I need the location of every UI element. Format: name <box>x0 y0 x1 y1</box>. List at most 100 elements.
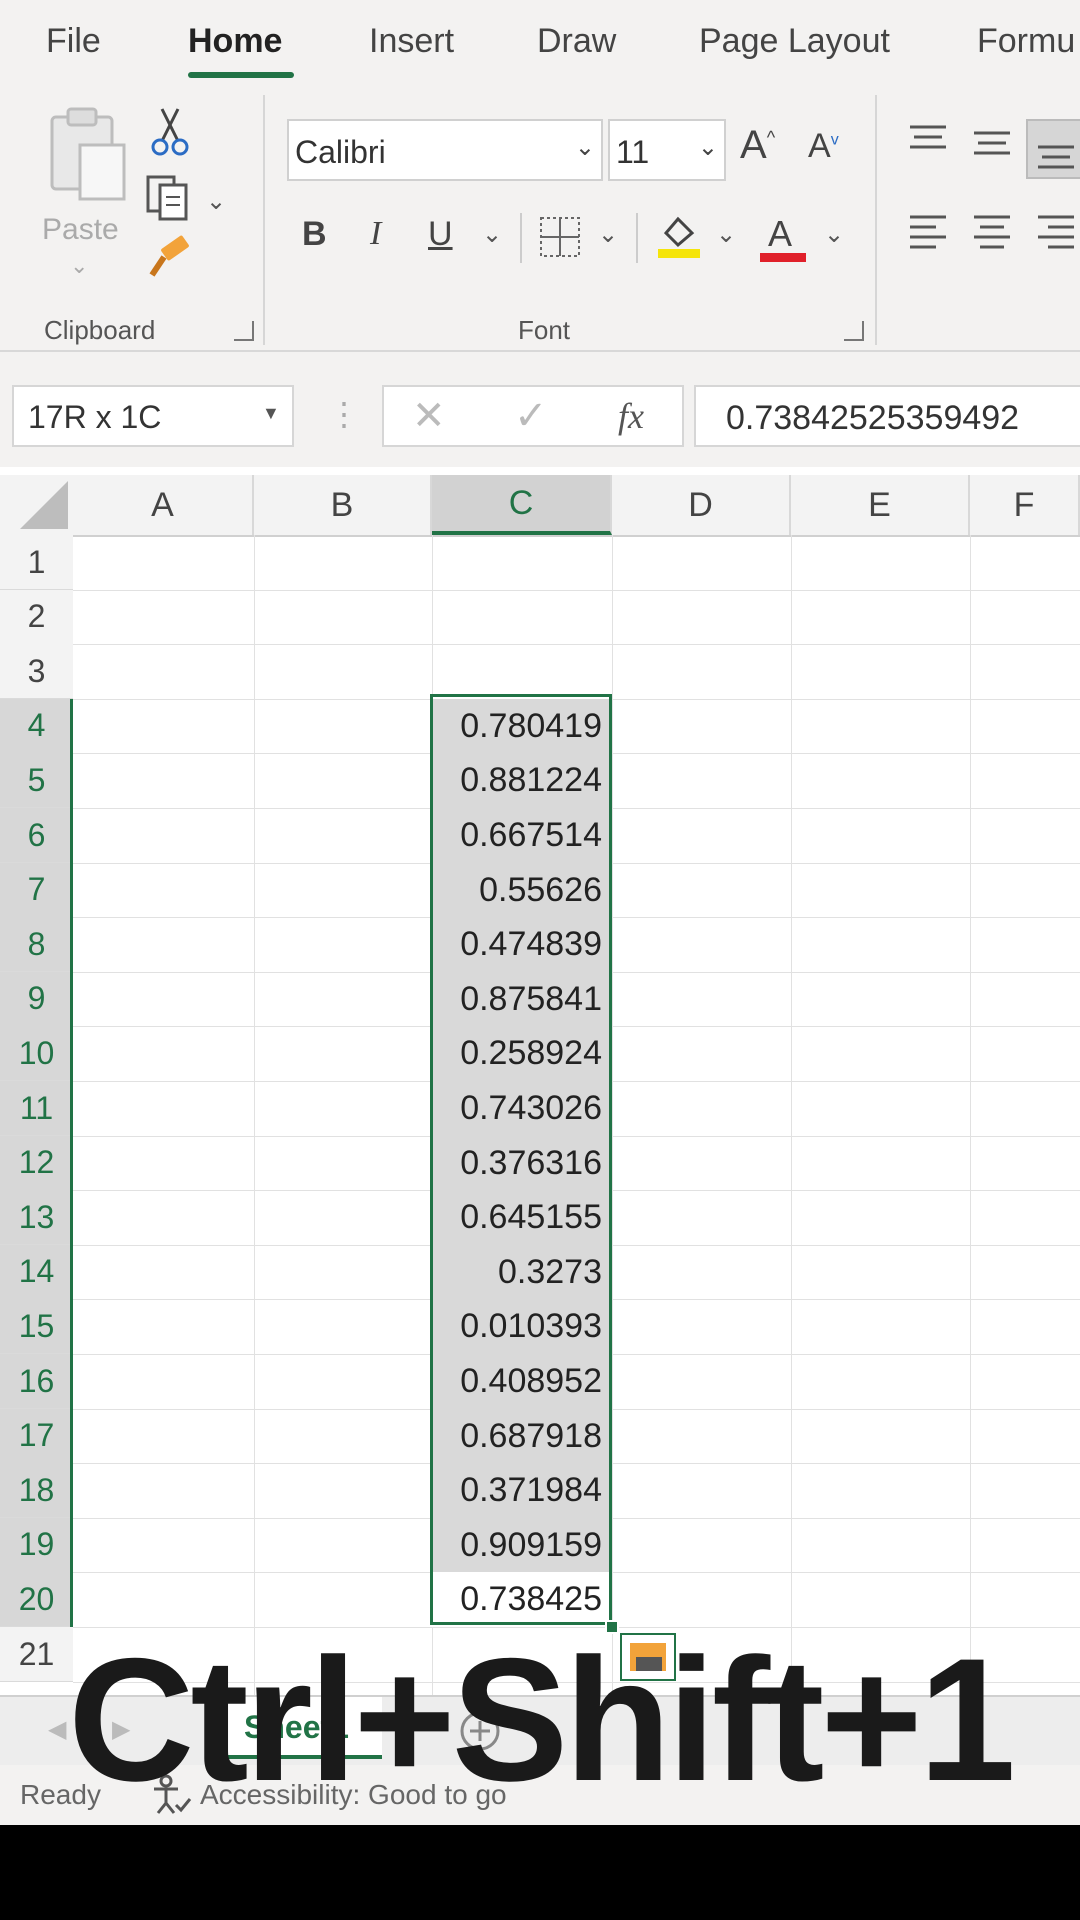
underline-icon[interactable]: U <box>428 215 453 254</box>
cell-c16[interactable]: 0.408952 <box>432 1354 610 1409</box>
row-header-9[interactable]: 9 <box>0 971 73 1027</box>
cell-c15[interactable]: 0.010393 <box>432 1299 610 1355</box>
column-header-f[interactable]: F <box>970 475 1080 535</box>
bold-icon[interactable]: B <box>302 215 327 254</box>
font-size-value: 11 <box>616 134 650 170</box>
chevron-down-icon: ⌄ <box>70 253 89 278</box>
clipboard-launcher-icon[interactable] <box>234 321 254 341</box>
tab-formulas[interactable]: Formu <box>977 22 1075 61</box>
italic-icon[interactable]: I <box>370 215 381 253</box>
row-header-17[interactable]: 17 <box>0 1408 73 1464</box>
font-name-dropdown[interactable]: Calibri ⌄ <box>287 119 603 181</box>
group-divider <box>263 95 265 345</box>
row-header-12[interactable]: 12 <box>0 1135 73 1191</box>
ribbon-tab-bar: File Home Insert Draw Page Layout Formu <box>0 0 1080 95</box>
fill-color-icon[interactable] <box>654 211 704 261</box>
cell-c10[interactable]: 0.258924 <box>432 1026 610 1082</box>
paste-button[interactable]: Paste ⌄ <box>30 105 130 295</box>
font-size-dropdown[interactable]: 11 ⌄ <box>608 119 726 181</box>
row-header-8[interactable]: 8 <box>0 917 73 973</box>
chevron-down-icon[interactable]: ⌄ <box>824 220 844 249</box>
copy-icon[interactable] <box>144 173 194 223</box>
cell-c7[interactable]: 0.55626 <box>432 862 610 918</box>
formula-input[interactable]: 0.73842525359492 <box>694 385 1080 447</box>
caption-overlay: Ctrl+Shift+1 <box>68 1623 1016 1818</box>
borders-icon[interactable] <box>538 215 582 259</box>
row-header-10[interactable]: 10 <box>0 1026 73 1082</box>
row-header-16[interactable]: 16 <box>0 1354 73 1409</box>
align-bottom-button[interactable] <box>1026 119 1080 179</box>
clipboard-group-label: Clipboard <box>44 315 156 345</box>
cell-c13[interactable]: 0.645155 <box>432 1190 610 1246</box>
grid-line <box>73 644 1080 646</box>
divider <box>520 213 522 263</box>
select-all-icon[interactable] <box>0 475 73 535</box>
cell-c6[interactable]: 0.667514 <box>432 808 610 863</box>
row-header-11[interactable]: 11 <box>0 1081 73 1136</box>
row-header-2[interactable]: 2 <box>0 589 73 645</box>
font-color-icon[interactable]: A <box>760 213 806 263</box>
chevron-down-icon[interactable]: ⌄ <box>598 220 618 249</box>
column-header-e[interactable]: E <box>791 475 970 535</box>
align-bottom-icon <box>1038 145 1074 169</box>
tab-draw[interactable]: Draw <box>537 22 616 61</box>
cancel-icon[interactable]: ✕ <box>412 393 446 439</box>
cell-c11[interactable]: 0.743026 <box>432 1081 610 1136</box>
worksheet-grid[interactable]: ABCDEF 1 2 3 4 5 6 7 8 9 10 11 12 13 14 15 16 17 18 19 20 21… <box>0 475 1080 1695</box>
cell-c19[interactable]: 0.909159 <box>432 1517 610 1573</box>
chevron-down-icon[interactable]: ⌄ <box>206 187 226 216</box>
column-header-d[interactable]: D <box>612 475 791 535</box>
row-header-3[interactable]: 3 <box>0 644 73 700</box>
cell-c17[interactable]: 0.687918 <box>432 1408 610 1464</box>
cut-icon[interactable] <box>150 107 190 157</box>
enter-icon[interactable]: ✓ <box>514 393 548 439</box>
format-painter-icon[interactable] <box>144 235 194 285</box>
tab-insert[interactable]: Insert <box>369 22 454 61</box>
row-header-5[interactable]: 5 <box>0 753 73 809</box>
font-launcher-icon[interactable] <box>844 321 864 341</box>
chevron-down-icon: ⌄ <box>697 134 718 161</box>
name-box-value: 17R x 1C <box>28 399 162 435</box>
row-header-4[interactable]: 4 <box>0 698 73 754</box>
column-header-b[interactable]: B <box>254 475 432 535</box>
cell-c8[interactable]: 0.474839 <box>432 917 610 973</box>
decrease-font-size-icon[interactable]: Av <box>808 127 839 166</box>
dropdown-arrow-icon[interactable]: ▼ <box>262 403 280 424</box>
increase-font-size-icon[interactable]: A^ <box>740 123 775 168</box>
cell-c4[interactable]: 0.780419 <box>432 698 610 754</box>
more-options-icon[interactable]: ⋮ <box>328 395 360 433</box>
row-header-19[interactable]: 19 <box>0 1517 73 1573</box>
row-header-14[interactable]: 14 <box>0 1244 73 1300</box>
cell-c5[interactable]: 0.881224 <box>432 753 610 809</box>
tab-page-layout[interactable]: Page Layout <box>699 22 890 61</box>
group-divider <box>875 95 877 345</box>
align-center-icon[interactable] <box>972 213 1012 253</box>
column-header-c[interactable]: C <box>432 475 612 535</box>
chevron-down-icon[interactable]: ⌄ <box>716 220 736 249</box>
tab-home[interactable]: Home <box>188 22 282 61</box>
column-header-a[interactable]: A <box>73 475 254 535</box>
name-box[interactable]: 17R x 1C ▼ <box>12 385 294 447</box>
row-header-13[interactable]: 13 <box>0 1190 73 1246</box>
row-header-18[interactable]: 18 <box>0 1463 73 1519</box>
align-top-icon[interactable] <box>908 123 948 159</box>
align-right-icon[interactable] <box>1036 213 1076 253</box>
cell-c12[interactable]: 0.376316 <box>432 1135 610 1191</box>
tab-file[interactable]: File <box>46 22 101 61</box>
cell-c18[interactable]: 0.371984 <box>432 1463 610 1519</box>
cell-c9[interactable]: 0.875841 <box>432 971 610 1027</box>
grid-line <box>612 535 613 1695</box>
chevron-down-icon[interactable]: ⌄ <box>482 220 502 249</box>
row-header-1[interactable]: 1 <box>0 535 73 590</box>
insert-function-icon[interactable]: fx <box>618 395 644 437</box>
cell-c14[interactable]: 0.3273 <box>432 1244 610 1300</box>
chevron-down-icon: ⌄ <box>574 134 595 161</box>
ribbon: Paste ⌄ ⌄ Clipboard Calibri ⌄ 11 ⌄ A^ Av… <box>0 95 1080 352</box>
row-header-7[interactable]: 7 <box>0 862 73 918</box>
row-header-6[interactable]: 6 <box>0 808 73 863</box>
align-left-icon[interactable] <box>908 213 948 253</box>
row-header-15[interactable]: 15 <box>0 1299 73 1355</box>
formula-buttons: ✕ ✓ fx <box>382 385 684 447</box>
active-tab-indicator <box>188 72 294 78</box>
align-middle-icon[interactable] <box>972 129 1012 165</box>
